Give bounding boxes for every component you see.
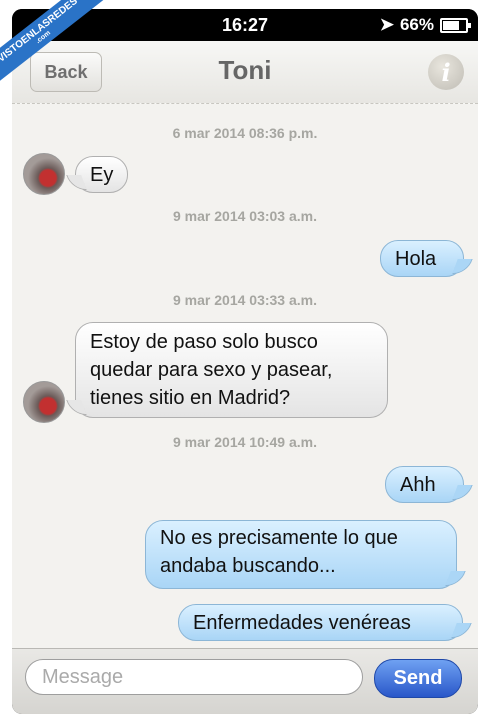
outgoing-message: Enfermedades venéreas bbox=[178, 604, 463, 641]
conversation[interactable]: 6 mar 2014 08:36 p.m. Ey 9 mar 2014 03:0… bbox=[12, 104, 478, 648]
navigation-bar: Back Toni i bbox=[12, 41, 478, 104]
contact-name: Toni bbox=[218, 55, 272, 85]
message-input[interactable] bbox=[25, 659, 363, 695]
incoming-message: Estoy de paso solo busco quedar para sex… bbox=[75, 322, 388, 418]
outgoing-message: Ahh bbox=[385, 466, 464, 503]
avatar bbox=[23, 153, 65, 195]
send-button[interactable]: Send bbox=[374, 659, 462, 698]
battery-icon bbox=[440, 17, 471, 33]
avatar bbox=[23, 381, 65, 423]
status-right: ➤ 66% bbox=[379, 15, 471, 35]
timestamp: 6 mar 2014 08:36 p.m. bbox=[172, 125, 318, 141]
info-icon[interactable]: i bbox=[428, 54, 464, 90]
outgoing-message: Hola bbox=[380, 240, 464, 277]
incoming-message: Ey bbox=[75, 156, 128, 193]
timestamp: 9 mar 2014 03:03 a.m. bbox=[173, 208, 317, 224]
timestamp: 9 mar 2014 03:33 a.m. bbox=[173, 292, 317, 308]
compose-bar: Send bbox=[12, 648, 478, 714]
location-arrow-icon: ➤ bbox=[379, 15, 394, 34]
phone-screen: 16:27 ➤ 66% Back Toni i 6 mar 2014 08:36… bbox=[12, 9, 478, 714]
battery-percent: 66% bbox=[399, 15, 434, 34]
timestamp: 9 mar 2014 10:49 a.m. bbox=[173, 434, 317, 450]
outgoing-message: No es precisamente lo que andaba buscand… bbox=[145, 520, 457, 589]
